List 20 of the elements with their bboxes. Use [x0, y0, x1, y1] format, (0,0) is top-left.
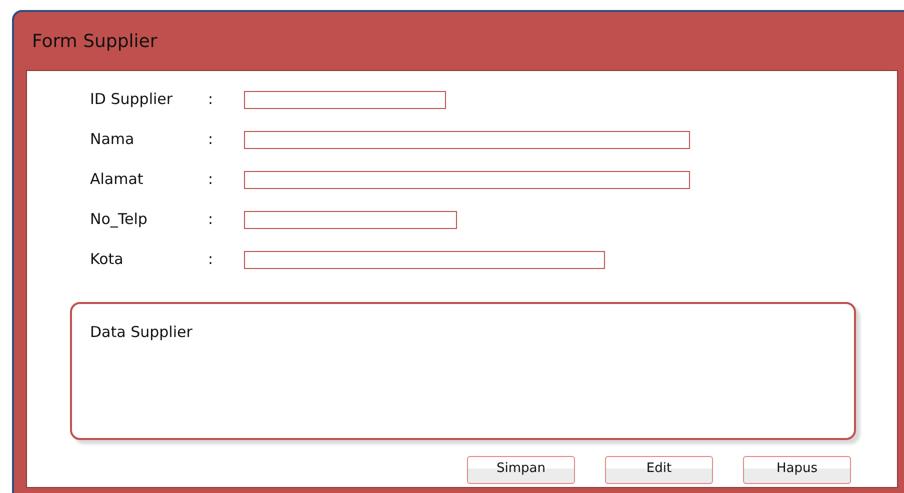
colon-separator: :	[208, 209, 214, 229]
field-label: Nama	[90, 129, 136, 149]
window-title: Form Supplier	[31, 30, 158, 54]
colon-separator: :	[208, 169, 214, 189]
data-panel-title: Data Supplier	[90, 323, 192, 341]
action-button[interactable]: Hapus	[743, 456, 851, 484]
input-field[interactable]	[244, 251, 605, 269]
field-label: Kota	[90, 249, 124, 269]
input-field[interactable]	[244, 91, 446, 109]
input-field[interactable]	[244, 211, 457, 229]
colon-separator: :	[208, 129, 214, 149]
colon-separator: :	[208, 89, 214, 109]
field-label: No_Telp	[90, 209, 148, 229]
colon-separator: :	[208, 249, 214, 269]
action-button[interactable]: Edit	[605, 456, 713, 484]
field-label: ID Supplier	[90, 89, 174, 109]
field-label: Alamat	[90, 169, 144, 189]
action-button[interactable]: Simpan	[467, 456, 575, 484]
input-field[interactable]	[244, 171, 690, 189]
input-field[interactable]	[244, 131, 690, 149]
